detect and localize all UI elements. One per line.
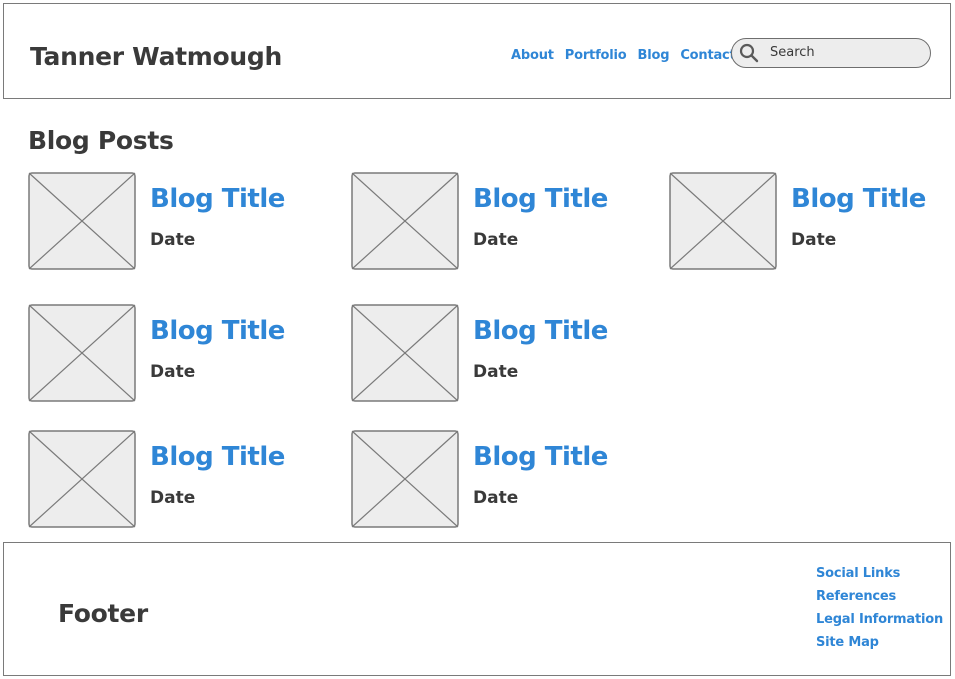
search-input[interactable]: [770, 42, 920, 62]
blog-post-card[interactable]: Blog Title Date: [351, 430, 631, 530]
nav-link-portfolio[interactable]: Portfolio: [565, 48, 627, 63]
main-nav: About Portfolio Blog Contact: [511, 48, 736, 63]
blog-post-card[interactable]: Blog Title Date: [351, 172, 631, 272]
image-placeholder-icon: [351, 304, 459, 402]
blog-post-title[interactable]: Blog Title: [791, 184, 926, 214]
nav-link-blog[interactable]: Blog: [638, 48, 670, 63]
image-placeholder-icon: [351, 430, 459, 528]
blog-post-card[interactable]: Blog Title Date: [28, 304, 308, 404]
blog-post-date: Date: [791, 230, 837, 250]
blog-post-date: Date: [150, 488, 196, 508]
footer-link-legal[interactable]: Legal Information: [816, 611, 943, 628]
blog-post-date: Date: [150, 362, 196, 382]
blog-post-date: Date: [150, 230, 196, 250]
blog-post-card[interactable]: Blog Title Date: [669, 172, 949, 272]
image-placeholder-icon: [669, 172, 777, 270]
image-placeholder-icon: [28, 430, 136, 528]
search-box[interactable]: [731, 38, 931, 68]
section-title: Blog Posts: [28, 126, 174, 155]
blog-post-date: Date: [473, 362, 519, 382]
search-icon: [739, 43, 759, 63]
image-placeholder-icon: [28, 304, 136, 402]
blog-post-date: Date: [473, 230, 519, 250]
blog-post-title[interactable]: Blog Title: [473, 442, 608, 472]
footer-link-sitemap[interactable]: Site Map: [816, 634, 943, 651]
footer-links: Social Links References Legal Informatio…: [816, 565, 943, 651]
blog-post-title[interactable]: Blog Title: [473, 316, 608, 346]
blog-post-card[interactable]: Blog Title Date: [28, 172, 308, 272]
blog-post-title[interactable]: Blog Title: [150, 316, 285, 346]
blog-post-title[interactable]: Blog Title: [473, 184, 608, 214]
site-footer: Footer Social Links References Legal Inf…: [3, 542, 951, 676]
footer-title: Footer: [58, 599, 148, 628]
footer-link-references[interactable]: References: [816, 588, 943, 605]
blog-post-title[interactable]: Blog Title: [150, 442, 285, 472]
blog-post-title[interactable]: Blog Title: [150, 184, 285, 214]
site-header: Tanner Watmough About Portfolio Blog Con…: [3, 3, 951, 99]
blog-post-card[interactable]: Blog Title Date: [351, 304, 631, 404]
nav-link-contact[interactable]: Contact: [680, 48, 735, 63]
image-placeholder-icon: [351, 172, 459, 270]
site-title[interactable]: Tanner Watmough: [30, 42, 282, 71]
blog-post-date: Date: [473, 488, 519, 508]
footer-link-social[interactable]: Social Links: [816, 565, 943, 582]
nav-link-about[interactable]: About: [511, 48, 554, 63]
image-placeholder-icon: [28, 172, 136, 270]
blog-post-card[interactable]: Blog Title Date: [28, 430, 308, 530]
